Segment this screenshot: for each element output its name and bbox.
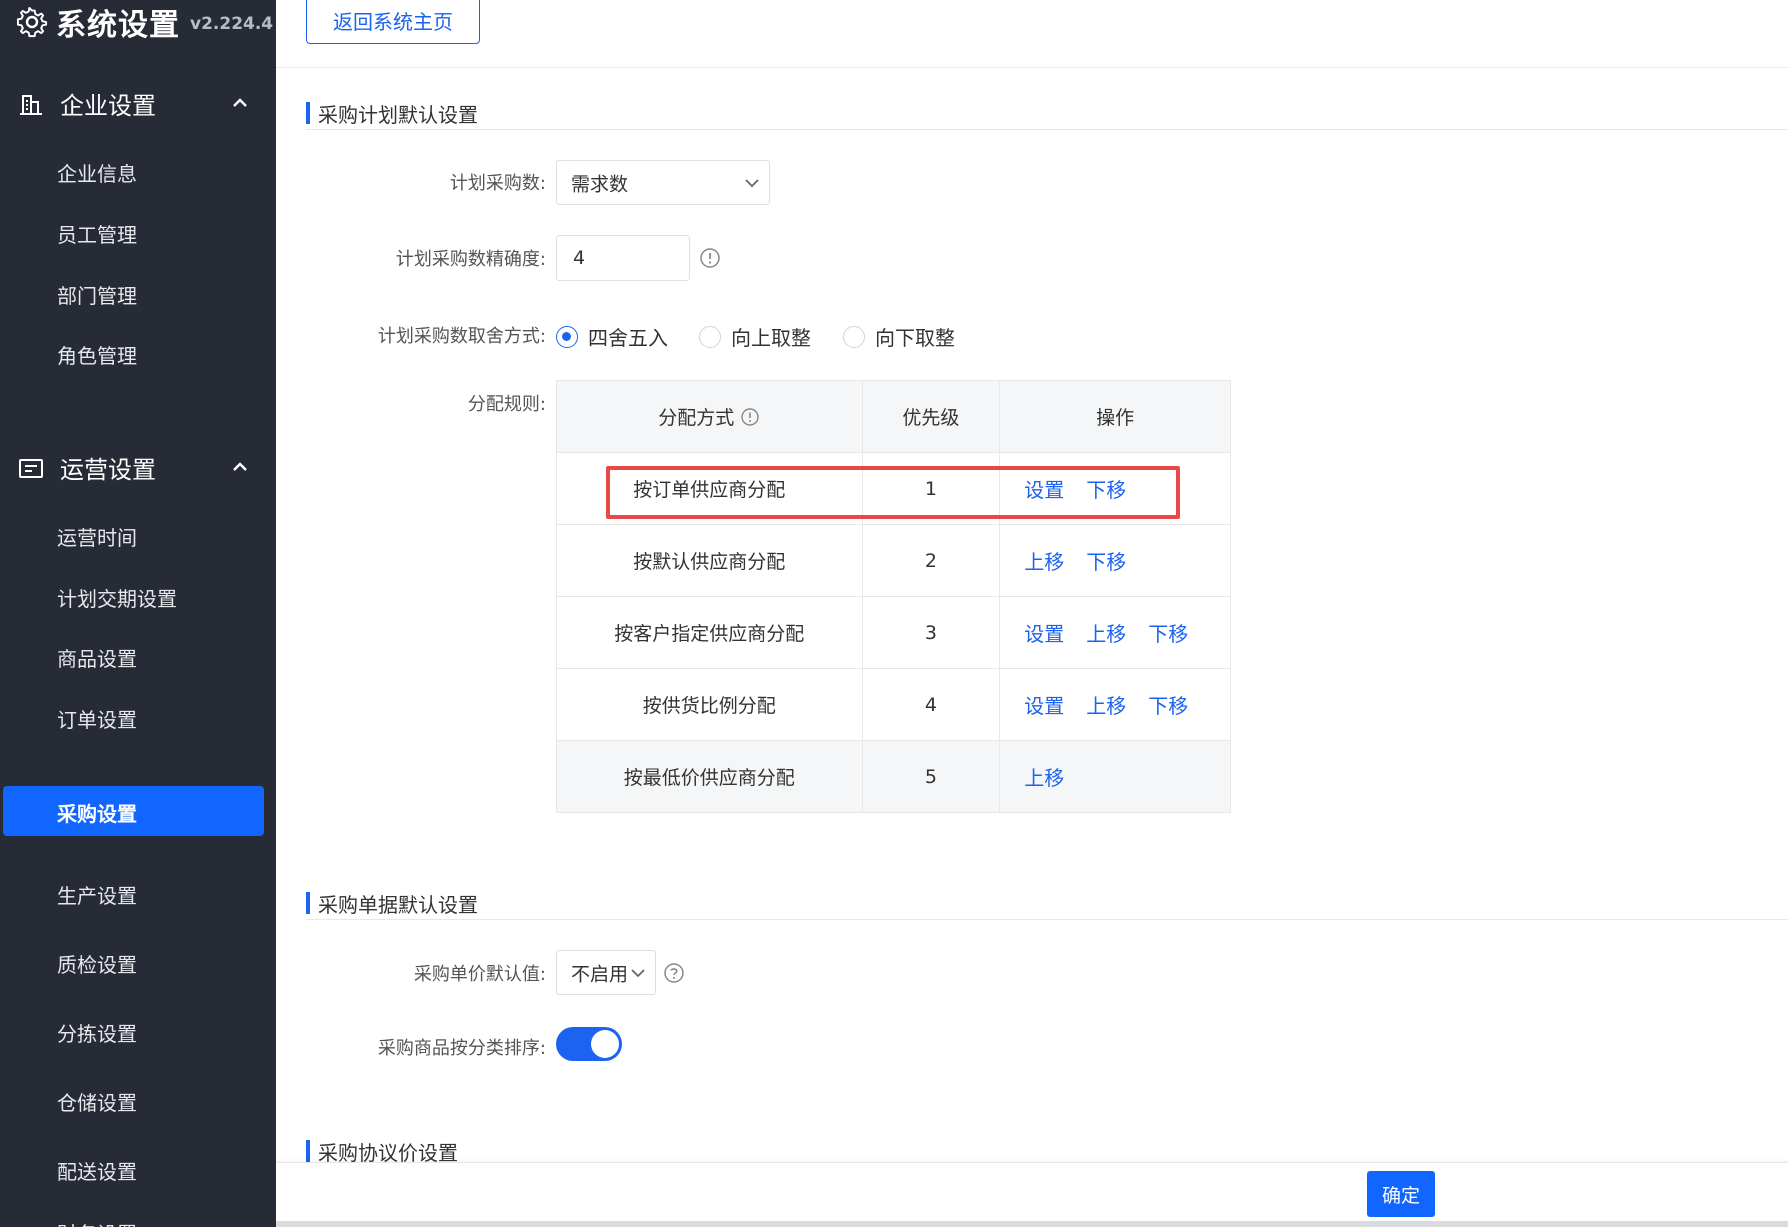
help-icon[interactable]	[663, 962, 685, 984]
move-up-link[interactable]: 上移	[1024, 766, 1064, 790]
precision-input[interactable]	[556, 235, 690, 281]
move-down-link[interactable]: 下移	[1148, 694, 1188, 718]
sidebar-item-finance[interactable]: 财务设置	[0, 1206, 276, 1227]
move-up-link[interactable]: 上移	[1086, 694, 1126, 718]
gear-icon	[16, 6, 48, 38]
radio-round-half[interactable]: 四舍五入	[556, 322, 668, 351]
building-icon	[20, 95, 42, 115]
radio-round-up[interactable]: 向上取整	[699, 322, 811, 351]
move-down-link[interactable]: 下移	[1148, 622, 1188, 646]
sidebar-group-operations[interactable]: 运营设置	[0, 442, 276, 492]
sidebar-item-orders[interactable]: 订单设置	[0, 692, 276, 744]
info-icon[interactable]	[699, 247, 721, 269]
chevron-up-icon	[233, 98, 247, 107]
sidebar: 系统设置 v2.224.4 企业设置 企业信息 员工管理 部门管理 角色管理 运…	[0, 0, 276, 1227]
chevron-up-icon	[233, 462, 247, 471]
rules-label: 分配规则:	[467, 394, 546, 415]
back-to-home-button[interactable]: 返回系统主页	[306, 0, 480, 44]
unit-price-select[interactable]: 不启用	[556, 950, 656, 995]
col-header-method: 分配方式	[556, 380, 863, 453]
set-link[interactable]: 设置	[1024, 478, 1064, 502]
sort-by-category-toggle[interactable]	[556, 1027, 622, 1061]
app-title: 系统设置	[56, 8, 180, 43]
sidebar-item-dispatch[interactable]: 配送设置	[0, 1144, 276, 1196]
section-title-plan: 采购计划默认设置	[306, 100, 478, 127]
sidebar-group-label: 企业设置	[60, 91, 156, 120]
allocation-rules-table: 分配方式 优先级 操作 按订单供应商分配 1 设置 下移 按默认供应商分配 2 上…	[556, 380, 1231, 813]
sidebar-item-qc[interactable]: 质检设置	[0, 937, 276, 989]
chevron-down-icon	[745, 178, 759, 187]
table-row: 按订单供应商分配 1 设置 下移	[556, 452, 1231, 525]
footer-bar: 确定	[276, 1162, 1788, 1227]
sidebar-item-departments[interactable]: 部门管理	[0, 268, 276, 320]
set-link[interactable]: 设置	[1024, 694, 1064, 718]
sidebar-item-sorting[interactable]: 分拣设置	[0, 1006, 276, 1058]
table-row: 按最低价供应商分配 5 上移	[556, 740, 1231, 813]
col-header-actions: 操作	[999, 380, 1231, 453]
sidebar-item-purchase[interactable]: 采购设置	[0, 786, 276, 838]
sidebar-item-op-time[interactable]: 运营时间	[0, 510, 276, 562]
sidebar-item-company-info[interactable]: 企业信息	[0, 146, 276, 198]
plan-qty-select[interactable]: 需求数	[556, 160, 770, 205]
table-header-row: 分配方式 优先级 操作	[556, 380, 1231, 453]
plan-qty-label: 计划采购数:	[449, 173, 546, 194]
sidebar-item-goods[interactable]: 商品设置	[0, 631, 276, 683]
confirm-button[interactable]: 确定	[1367, 1171, 1435, 1217]
sidebar-item-staff[interactable]: 员工管理	[0, 207, 276, 259]
table-row: 按供货比例分配 4 设置 上移 下移	[556, 668, 1231, 741]
unit-price-label: 采购单价默认值:	[413, 964, 546, 985]
move-down-link[interactable]: 下移	[1086, 478, 1126, 502]
brand: 系统设置 v2.224.4	[16, 2, 274, 43]
sort-label: 采购商品按分类排序:	[377, 1038, 546, 1059]
move-up-link[interactable]: 上移	[1086, 622, 1126, 646]
sidebar-item-storage[interactable]: 仓储设置	[0, 1075, 276, 1127]
sidebar-item-delivery-plan[interactable]: 计划交期设置	[0, 571, 276, 623]
table-row: 按客户指定供应商分配 3 设置 上移 下移	[556, 596, 1231, 669]
main-content: 返回系统主页 采购计划默认设置 计划采购数: 需求数 计划采购数精确度: 计划采…	[276, 0, 1788, 1227]
section-title-documents: 采购单据默认设置	[306, 890, 478, 917]
sidebar-group-label: 运营设置	[60, 455, 156, 484]
precision-label: 计划采购数精确度:	[395, 249, 546, 270]
radio-round-down[interactable]: 向下取整	[843, 322, 955, 351]
info-icon[interactable]	[740, 407, 760, 427]
move-up-link[interactable]: 上移	[1024, 550, 1064, 574]
scrollbar[interactable]	[276, 1221, 1788, 1227]
sidebar-group-enterprise[interactable]: 企业设置	[0, 78, 276, 128]
chevron-down-icon	[631, 968, 645, 977]
move-down-link[interactable]: 下移	[1086, 550, 1126, 574]
sidebar-item-roles[interactable]: 角色管理	[0, 328, 276, 380]
document-icon	[19, 459, 43, 478]
set-link[interactable]: 设置	[1024, 622, 1064, 646]
top-bar: 返回系统主页	[276, 0, 1788, 68]
table-row: 按默认供应商分配 2 上移 下移	[556, 524, 1231, 597]
sidebar-item-production[interactable]: 生产设置	[0, 868, 276, 920]
col-header-priority: 优先级	[861, 380, 1001, 453]
rounding-label: 计划采购数取舍方式:	[377, 326, 546, 347]
app-version: v2.224.4	[190, 14, 274, 34]
section-title-agreement: 采购协议价设置	[306, 1138, 458, 1165]
